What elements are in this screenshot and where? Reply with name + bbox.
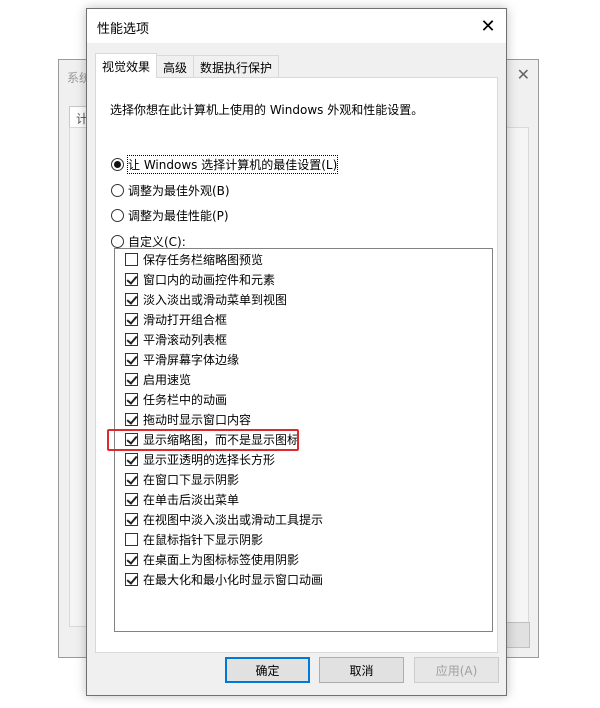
list-item-label: 平滑屏幕字体边缘 bbox=[143, 352, 240, 367]
list-item-animate-controls[interactable]: 窗口内的动画控件和元素 bbox=[125, 269, 275, 289]
background-close-icon[interactable]: ✕ bbox=[517, 65, 530, 84]
dialog-title: 性能选项 bbox=[97, 22, 150, 37]
list-item-slide-combo-boxes[interactable]: 滑动打开组合框 bbox=[125, 309, 227, 329]
radio-button[interactable] bbox=[111, 209, 124, 222]
checkbox[interactable] bbox=[125, 392, 138, 406]
list-item-animate-min-max[interactable]: 在最大化和最小化时显示窗口动画 bbox=[125, 569, 323, 589]
radio-best-appearance[interactable]: 调整为最佳外观(B) bbox=[111, 182, 230, 199]
radio-button[interactable] bbox=[111, 235, 124, 248]
radio-button[interactable] bbox=[111, 184, 124, 197]
ok-button-label: 确定 bbox=[255, 663, 280, 678]
close-button[interactable]: ✕ bbox=[470, 9, 506, 43]
cancel-button[interactable]: 取消 bbox=[319, 657, 404, 683]
list-item-desktop-icon-label-shadows[interactable]: 在桌面上为图标标签使用阴影 bbox=[125, 549, 299, 569]
checkbox[interactable] bbox=[125, 472, 138, 486]
list-item-show-window-contents-dragging[interactable]: 拖动时显示窗口内容 bbox=[125, 409, 251, 429]
list-item-fade-slide-menus[interactable]: 淡入淡出或滑动菜单到视图 bbox=[125, 289, 287, 309]
list-item-label: 淡入淡出或滑动菜单到视图 bbox=[143, 292, 288, 307]
list-item-taskbar-thumbnail-preview[interactable]: 保存任务栏缩略图预览 bbox=[125, 249, 263, 269]
radio-button[interactable] bbox=[111, 158, 124, 171]
cancel-button-label: 取消 bbox=[349, 663, 374, 678]
checkbox[interactable] bbox=[125, 252, 138, 266]
apply-button-label: 应用(A) bbox=[435, 663, 478, 678]
checkbox[interactable] bbox=[125, 452, 138, 466]
checkbox[interactable] bbox=[125, 532, 138, 546]
radio-label: 调整为最佳外观(B) bbox=[128, 184, 230, 198]
radio-best-performance[interactable]: 调整为最佳性能(P) bbox=[111, 207, 229, 224]
list-item-label: 启用速览 bbox=[143, 372, 192, 387]
checkbox[interactable] bbox=[125, 552, 138, 566]
close-icon: ✕ bbox=[480, 15, 496, 37]
radio-label: 调整为最佳性能(P) bbox=[128, 209, 229, 223]
list-item-label: 在窗口下显示阴影 bbox=[143, 472, 240, 487]
list-item-label: 保存任务栏缩略图预览 bbox=[143, 252, 264, 267]
list-item-taskbar-animations[interactable]: 任务栏中的动画 bbox=[125, 389, 227, 409]
highlight-annotation-box bbox=[107, 429, 299, 451]
checkbox[interactable] bbox=[125, 412, 138, 426]
list-item-enable-peek[interactable]: 启用速览 bbox=[125, 369, 191, 389]
list-item-translucent-selection[interactable]: 显示亚透明的选择长方形 bbox=[125, 449, 275, 469]
list-item-label: 在鼠标指针下显示阴影 bbox=[143, 532, 264, 547]
list-item-smooth-font-edges[interactable]: 平滑屏幕字体边缘 bbox=[125, 349, 239, 369]
list-item-label: 拖动时显示窗口内容 bbox=[143, 412, 252, 427]
tab-advanced[interactable]: 高级 bbox=[156, 55, 195, 77]
performance-options-dialog: 性能选项 ✕ 视觉效果 高级 数据执行保护 选择你想在此计算机上使用的 Wind… bbox=[86, 8, 507, 696]
checkbox[interactable] bbox=[125, 332, 138, 346]
radio-label: 让 Windows 选择计算机的最佳设置(L) bbox=[126, 155, 339, 174]
tab-visual-effects[interactable]: 视觉效果 bbox=[95, 53, 158, 78]
list-item-label: 在视图中淡入淡出或滑动工具提示 bbox=[143, 512, 324, 527]
checkbox[interactable] bbox=[125, 492, 138, 506]
checkbox[interactable] bbox=[125, 312, 138, 326]
tab-label: 视觉效果 bbox=[102, 60, 151, 74]
list-item-label: 任务栏中的动画 bbox=[143, 392, 228, 407]
checkbox[interactable] bbox=[125, 512, 138, 526]
list-item-fade-slide-tooltips[interactable]: 在视图中淡入淡出或滑动工具提示 bbox=[125, 509, 323, 529]
checkbox[interactable] bbox=[125, 372, 138, 386]
tab-label: 数据执行保护 bbox=[200, 61, 273, 75]
list-item-label: 显示亚透明的选择长方形 bbox=[143, 452, 276, 467]
tab-data-execution-prevention[interactable]: 数据执行保护 bbox=[193, 55, 280, 77]
checkbox[interactable] bbox=[125, 352, 138, 366]
list-item-label: 窗口内的动画控件和元素 bbox=[143, 272, 276, 287]
list-item-smooth-scroll-list[interactable]: 平滑滚动列表框 bbox=[125, 329, 227, 349]
checkbox[interactable] bbox=[125, 292, 138, 306]
list-item-label: 在桌面上为图标标签使用阴影 bbox=[143, 552, 300, 567]
list-item-window-shadows[interactable]: 在窗口下显示阴影 bbox=[125, 469, 239, 489]
visual-effects-panel: 选择你想在此计算机上使用的 Windows 外观和性能设置。 让 Windows… bbox=[95, 77, 498, 653]
dialog-titlebar: 性能选项 ✕ bbox=[87, 9, 506, 43]
ok-button[interactable]: 确定 bbox=[225, 657, 310, 683]
tab-bar: 视觉效果 高级 数据执行保护 bbox=[95, 53, 280, 78]
list-item-label: 滑动打开组合框 bbox=[143, 312, 228, 327]
panel-description: 选择你想在此计算机上使用的 Windows 外观和性能设置。 bbox=[110, 103, 424, 117]
tab-label: 高级 bbox=[163, 61, 188, 75]
checkbox[interactable] bbox=[125, 272, 138, 286]
list-item-pointer-shadow[interactable]: 在鼠标指针下显示阴影 bbox=[125, 529, 263, 549]
list-item-fade-menus-after-click[interactable]: 在单击后淡出菜单 bbox=[125, 489, 239, 509]
list-item-label: 平滑滚动列表框 bbox=[143, 332, 228, 347]
list-item-label: 在最大化和最小化时显示窗口动画 bbox=[143, 572, 324, 587]
checkbox[interactable] bbox=[125, 572, 138, 586]
apply-button[interactable]: 应用(A) bbox=[414, 657, 499, 683]
list-item-label: 在单击后淡出菜单 bbox=[143, 492, 240, 507]
radio-let-windows-choose[interactable]: 让 Windows 选择计算机的最佳设置(L) bbox=[111, 155, 339, 174]
